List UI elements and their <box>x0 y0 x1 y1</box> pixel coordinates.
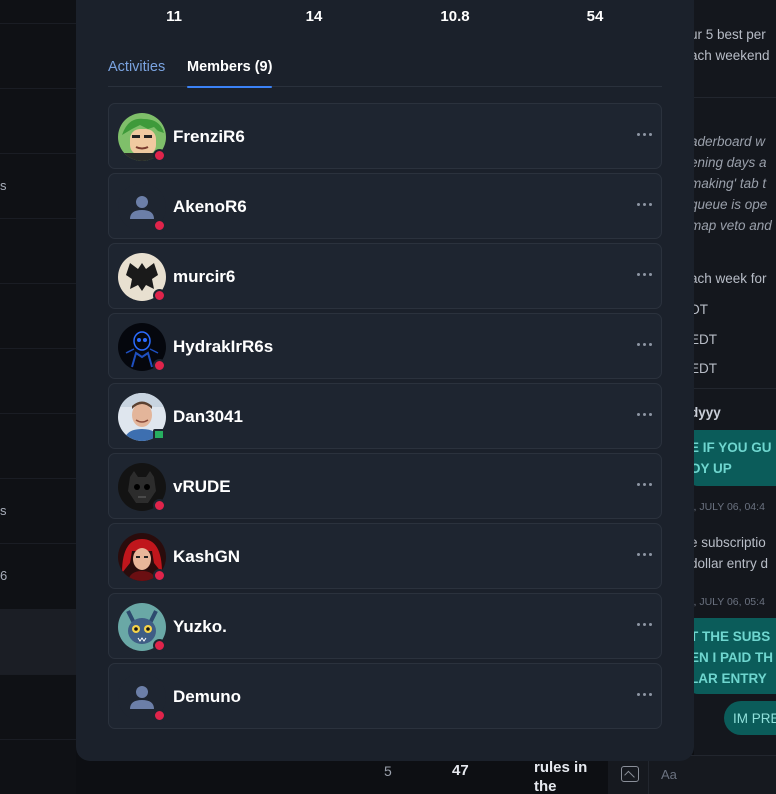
more-options-icon[interactable] <box>633 194 657 214</box>
member-card[interactable]: Dan3041 <box>108 383 662 449</box>
more-options-icon[interactable] <box>633 334 657 354</box>
member-name[interactable]: FrenziR6 <box>173 127 245 147</box>
member-name[interactable]: Demuno <box>173 687 241 707</box>
member-name[interactable]: KashGN <box>173 547 240 567</box>
bg-row <box>0 543 76 608</box>
more-options-icon[interactable] <box>633 404 657 424</box>
member-name[interactable]: vRUDE <box>173 477 231 497</box>
chat-text: EDT <box>694 361 717 376</box>
chat-text: EN I PAID TH <box>694 650 774 665</box>
stat-value: 11 <box>166 8 182 25</box>
chat-timestamp: ), JULY 06, 04:4 <box>694 501 765 513</box>
bg-text-fragment: 6 <box>0 568 8 583</box>
status-dnd-icon <box>153 149 166 162</box>
status-dnd-icon <box>153 289 166 302</box>
bg-table-cell: 5 <box>384 763 392 779</box>
status-desktop-online-icon <box>153 429 165 440</box>
bg-text-fragment: s <box>0 503 7 518</box>
status-dnd-icon <box>153 639 166 652</box>
member-card[interactable]: FrenziR6 <box>108 103 662 169</box>
member-card[interactable]: vRUDE <box>108 453 662 519</box>
tab-members[interactable]: Members (9) <box>187 59 273 88</box>
chat-text: dollar entry d <box>694 556 769 571</box>
bg-table-cell: 47 <box>452 762 469 779</box>
chat-text: ening days a <box>694 155 767 170</box>
chat-text: E IF YOU GU <box>694 440 772 455</box>
stats-row: 11 14 10.8 54 <box>76 8 694 30</box>
background-chat-panel: ur 5 best per ach weekend aderboard w en… <box>694 0 776 794</box>
more-options-icon[interactable] <box>633 264 657 284</box>
chat-username: dyyy <box>694 405 721 420</box>
chat-text: e subscriptio <box>694 535 766 550</box>
chat-text: OY UP <box>694 461 732 476</box>
status-dnd-icon <box>153 219 166 232</box>
bg-row-highlighted <box>0 609 76 674</box>
chat-text: ur 5 best per <box>694 27 766 42</box>
bg-row <box>0 88 76 153</box>
bg-row <box>0 413 76 478</box>
chat-text: T THE SUBS <box>694 629 771 644</box>
tab-activities[interactable]: Activities <box>108 59 165 87</box>
status-dnd-icon <box>153 569 166 582</box>
chat-text: ach weekend <box>694 48 770 63</box>
bg-row <box>0 218 76 283</box>
more-options-icon[interactable] <box>633 474 657 494</box>
bg-row <box>0 674 76 739</box>
chat-text: ach week for <box>694 271 767 286</box>
bg-rules-heading: rules in the competit <box>534 759 588 794</box>
member-card[interactable]: KashGN <box>108 523 662 589</box>
message-input-placeholder[interactable]: Aa <box>661 767 677 782</box>
bg-row <box>0 739 76 794</box>
chat-text: LAR ENTRY <box>694 671 767 686</box>
chat-divider <box>694 97 776 98</box>
composer-divider <box>648 756 649 794</box>
bg-row <box>0 478 76 543</box>
chat-bubble <box>694 430 776 486</box>
chat-text: DT <box>694 302 708 317</box>
member-name[interactable]: HydrakIrR6s <box>173 337 273 357</box>
member-name[interactable]: Yuzko. <box>173 617 227 637</box>
chat-text: making' tab t <box>694 176 767 191</box>
bg-text-fragment: s <box>0 178 7 193</box>
bg-row <box>0 348 76 413</box>
chat-divider <box>694 388 776 389</box>
member-card[interactable]: AkenoR6 <box>108 173 662 239</box>
member-card[interactable]: murcir6 <box>108 243 662 309</box>
member-name[interactable]: murcir6 <box>173 267 235 287</box>
more-options-icon[interactable] <box>633 614 657 634</box>
more-options-icon[interactable] <box>633 544 657 564</box>
bg-row <box>0 23 76 88</box>
member-name[interactable]: Dan3041 <box>173 407 243 427</box>
image-upload-icon[interactable] <box>621 766 639 782</box>
chat-text: queue is ope <box>694 197 768 212</box>
more-options-icon[interactable] <box>633 124 657 144</box>
chat-text: EDT <box>694 332 717 347</box>
background-left-column: s s 6 <box>0 0 76 794</box>
stat-value: 54 <box>586 8 604 25</box>
chat-timestamp: ), JULY 06, 05:4 <box>694 596 765 608</box>
member-card[interactable]: HydrakIrR6s <box>108 313 662 379</box>
team-details-modal: 11 14 10.8 54 Activities Members (9) Fre… <box>76 0 694 761</box>
status-dnd-icon <box>153 499 166 512</box>
status-dnd-icon <box>153 359 166 372</box>
member-name[interactable]: AkenoR6 <box>173 197 247 217</box>
member-card[interactable]: Demuno <box>108 663 662 729</box>
bg-row <box>0 153 76 218</box>
stat-value: 10.8 <box>440 8 470 25</box>
chat-bubble-outgoing: IM PRE <box>724 701 776 735</box>
bg-row <box>0 283 76 348</box>
chat-text: aderboard w <box>694 134 766 149</box>
stat-value: 14 <box>305 8 323 25</box>
member-card[interactable]: Yuzko. <box>108 593 662 659</box>
modal-tabs: Activities Members (9) <box>108 59 662 88</box>
more-options-icon[interactable] <box>633 684 657 704</box>
chat-text: map veto and <box>694 218 772 233</box>
status-dnd-icon <box>153 709 166 722</box>
